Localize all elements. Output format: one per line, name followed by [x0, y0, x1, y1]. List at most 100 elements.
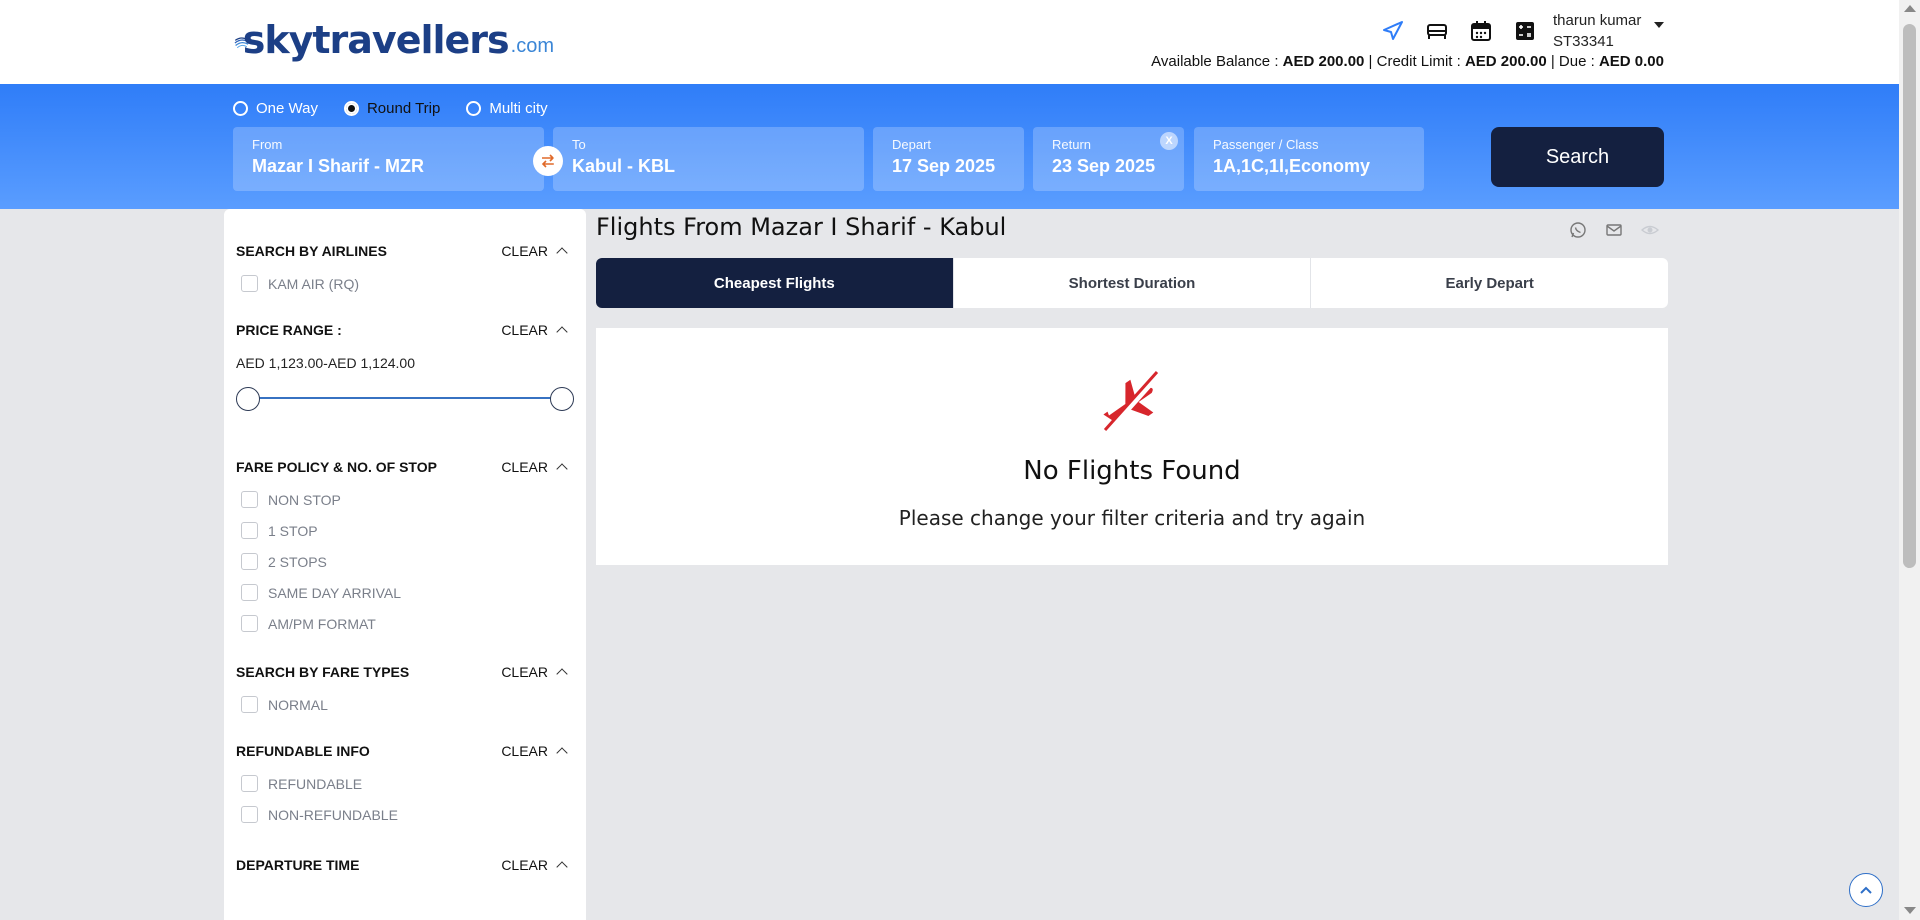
refundable-clear-button[interactable]: CLEAR — [501, 743, 548, 759]
trip-round-trip-label: Round Trip — [366, 100, 441, 117]
trip-multi-city[interactable]: Multi city — [466, 100, 548, 117]
stop-option-2-stops[interactable]: 2 STOPS — [241, 546, 574, 577]
price-filter-header: PRICE RANGE : CLEAR — [236, 319, 574, 341]
stop-option-label: NON STOP — [268, 491, 341, 508]
to-label: To — [572, 137, 586, 152]
chevron-up-icon[interactable] — [556, 247, 568, 259]
checkbox[interactable] — [241, 775, 258, 792]
non-refundable-option[interactable]: NON-REFUNDABLE — [241, 799, 574, 830]
slider-max-handle[interactable] — [550, 387, 574, 411]
tab-early-depart[interactable]: Early Depart — [1311, 258, 1668, 308]
due-label: | Due : — [1550, 53, 1595, 70]
eye-icon[interactable] — [1641, 221, 1659, 239]
checkbox[interactable] — [241, 615, 258, 632]
chevron-up-icon[interactable] — [556, 747, 568, 759]
radio-checked-icon[interactable] — [343, 101, 359, 116]
credit-label: | Credit Limit : — [1368, 53, 1461, 70]
radio-icon[interactable] — [466, 101, 482, 116]
email-icon[interactable] — [1605, 221, 1623, 239]
whatsapp-icon[interactable] — [1569, 221, 1587, 239]
brand-logo[interactable]: skytravellers .com — [234, 12, 554, 72]
tab-shortest-duration[interactable]: Shortest Duration — [954, 258, 1312, 308]
caret-down-icon[interactable] — [1654, 22, 1664, 28]
checkbox[interactable] — [241, 806, 258, 823]
departure-time-filter: DEPARTURE TIME CLEAR — [236, 854, 574, 876]
refundable-filter-header: REFUNDABLE INFO CLEAR — [236, 740, 574, 762]
no-results-card: No Flights Found Please change your filt… — [596, 328, 1668, 565]
fare-type-filter: SEARCH BY FARE TYPES CLEAR NORMAL — [236, 661, 574, 720]
chevron-up-icon[interactable] — [556, 326, 568, 338]
user-menu[interactable]: tharun kumar ST33341 — [1553, 10, 1641, 52]
stops-clear-button[interactable]: CLEAR — [501, 459, 548, 475]
return-value: 23 Sep 2025 — [1052, 156, 1156, 176]
chevron-up-icon[interactable] — [556, 463, 568, 475]
chevron-up-icon[interactable] — [556, 861, 568, 873]
calendar-icon[interactable] — [1468, 18, 1494, 44]
from-field[interactable]: From Mazar I Sharif - MZR — [233, 127, 544, 191]
airline-filter-title: SEARCH BY AIRLINES — [236, 243, 387, 259]
refundable-option[interactable]: REFUNDABLE — [241, 768, 574, 799]
to-field[interactable]: To Kabul - KBL — [553, 127, 864, 191]
checkbox[interactable] — [241, 491, 258, 508]
due-value: AED 0.00 — [1598, 53, 1664, 70]
fare-type-filter-header: SEARCH BY FARE TYPES CLEAR — [236, 661, 574, 683]
trip-one-way[interactable]: One Way — [233, 100, 318, 117]
airline-option-label: KAM AIR (RQ) — [268, 275, 360, 292]
slider-track — [248, 397, 562, 399]
stop-option-ampm[interactable]: AM/PM FORMAT — [241, 608, 574, 639]
chevron-up-icon[interactable] — [556, 668, 568, 680]
depart-field[interactable]: Depart 17 Sep 2025 — [873, 127, 1024, 191]
refundable-filter-title: REFUNDABLE INFO — [236, 743, 370, 759]
airline-option[interactable]: KAM AIR (RQ) — [241, 268, 574, 299]
scroll-up-arrow-icon[interactable] — [1904, 5, 1916, 12]
stop-option-same-day[interactable]: SAME DAY ARRIVAL — [241, 577, 574, 608]
scroll-thumb[interactable] — [1903, 24, 1916, 568]
fare-type-option[interactable]: NORMAL — [241, 689, 574, 720]
search-button[interactable]: Search — [1491, 127, 1664, 187]
passenger-class-field[interactable]: Passenger / Class 1A,1C,1I,Economy — [1194, 127, 1424, 191]
depart-value: 17 Sep 2025 — [892, 156, 996, 176]
radio-icon[interactable] — [233, 101, 248, 116]
scroll-down-arrow-icon[interactable] — [1904, 907, 1916, 914]
clear-return-button[interactable]: X — [1160, 132, 1178, 150]
price-range-slider[interactable] — [236, 383, 574, 413]
share-actions — [1569, 221, 1659, 239]
checkbox[interactable] — [241, 522, 258, 539]
service-icons — [1380, 18, 1538, 44]
checkbox[interactable] — [241, 553, 258, 570]
checkbox[interactable] — [241, 696, 258, 713]
balance-value: AED 200.00 — [1282, 53, 1365, 70]
price-clear-button[interactable]: CLEAR — [501, 322, 548, 338]
non-refundable-option-label: NON-REFUNDABLE — [268, 806, 398, 823]
checkbox[interactable] — [241, 584, 258, 601]
airline-clear-button[interactable]: CLEAR — [501, 243, 548, 259]
stops-filter-title: FARE POLICY & NO. OF STOP — [236, 459, 437, 475]
checkbox[interactable] — [241, 275, 258, 292]
hotel-icon[interactable] — [1424, 18, 1450, 44]
stop-option-non-stop[interactable]: NON STOP — [241, 484, 574, 515]
airline-filter-header: SEARCH BY AIRLINES CLEAR — [236, 240, 574, 262]
passenger-class-label: Passenger / Class — [1213, 137, 1319, 152]
price-range-text: AED 1,123.00-AED 1,124.00 — [236, 355, 416, 371]
flight-icon[interactable] — [1380, 18, 1406, 44]
refundable-option-label: REFUNDABLE — [268, 775, 363, 792]
stop-option-label: AM/PM FORMAT — [268, 615, 376, 632]
airline-filter: SEARCH BY AIRLINES CLEAR KAM AIR (RQ) — [236, 240, 574, 299]
no-flights-title: No Flights Found — [1023, 456, 1241, 486]
departure-time-clear-button[interactable]: CLEAR — [501, 857, 548, 873]
trip-round-trip[interactable]: Round Trip — [343, 100, 441, 117]
brand-name: skytravellers — [242, 18, 510, 62]
tab-cheapest-flights[interactable]: Cheapest Flights — [596, 258, 954, 308]
stops-filter: FARE POLICY & NO. OF STOP CLEAR NON STOP… — [236, 456, 574, 639]
departure-time-filter-header: DEPARTURE TIME CLEAR — [236, 854, 574, 876]
back-to-top-button[interactable] — [1849, 873, 1883, 907]
fare-type-clear-button[interactable]: CLEAR — [501, 664, 548, 680]
slider-min-handle[interactable] — [236, 387, 260, 411]
stop-option-1-stop[interactable]: 1 STOP — [241, 515, 574, 546]
stop-option-label: SAME DAY ARRIVAL — [268, 584, 402, 601]
calculator-icon[interactable] — [1512, 18, 1538, 44]
page-scrollbar[interactable] — [1899, 0, 1920, 920]
chevron-up-icon — [1860, 886, 1872, 894]
balance-summary: Available Balance : AED 200.00 | Credit … — [1151, 53, 1664, 70]
trip-type-selector: One Way Round Trip Multi city — [233, 100, 548, 117]
